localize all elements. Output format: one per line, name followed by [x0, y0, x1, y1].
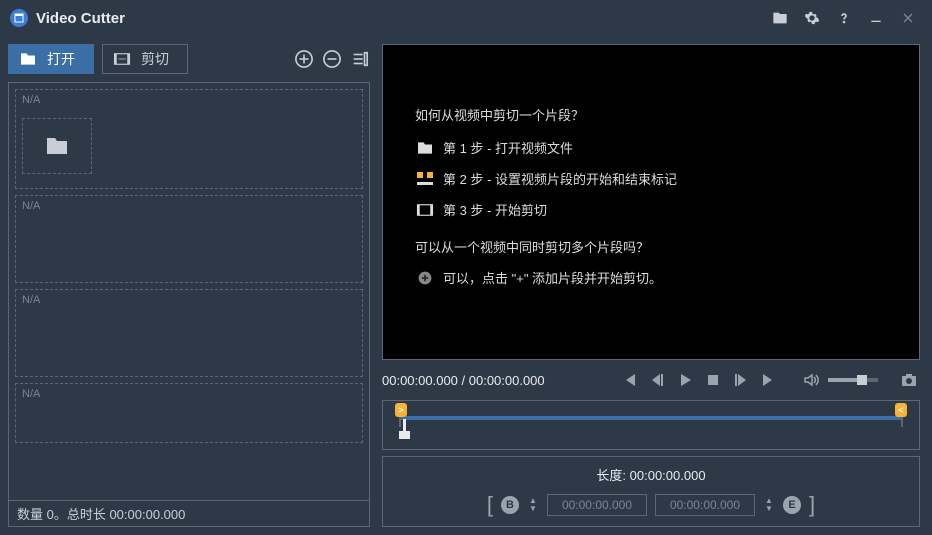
play-button[interactable] [674, 369, 696, 391]
timeline[interactable]: > < [382, 400, 920, 450]
stop-button[interactable] [702, 369, 724, 391]
open-button-label: 打开 [47, 49, 75, 69]
end-spinner[interactable]: ▲▼ [763, 497, 775, 513]
range-inputs: [ B ▲▼ ▲▼ E ] [487, 492, 815, 518]
open-folder-icon[interactable] [764, 4, 796, 32]
help-step3: 第 3 步 - 开始剪切 [415, 200, 919, 219]
playhead[interactable] [399, 419, 411, 439]
bracket-close-icon[interactable]: ] [809, 492, 815, 518]
clip-na-label: N/A [22, 94, 40, 106]
playback-time: 00:00:00.000 / 00:00:00.000 [382, 373, 612, 388]
clip-list: N/A N/A N/A N/A [8, 82, 370, 501]
help-q2: 可以从一个视频中同时剪切多个片段吗？ [415, 237, 919, 256]
status-text: 数量 0。总时长 00:00:00.000 [17, 504, 185, 523]
film-icon [415, 202, 435, 218]
step-forward-button[interactable] [730, 369, 752, 391]
begin-label: B [501, 496, 519, 514]
clip-slot[interactable]: N/A [15, 89, 363, 189]
minimize-button[interactable] [860, 4, 892, 32]
cut-button[interactable]: 剪切 [102, 44, 188, 74]
end-time-input[interactable] [655, 494, 755, 516]
app-logo [10, 9, 28, 27]
markers-icon [415, 171, 435, 187]
help-icon[interactable] [828, 4, 860, 32]
prev-frame-button[interactable] [618, 369, 640, 391]
step-back-button[interactable] [646, 369, 668, 391]
range-panel: 长度: 00:00:00.000 [ B ▲▼ ▲▼ E ] [382, 456, 920, 527]
close-button[interactable] [892, 4, 924, 32]
left-toolbar: 打开 剪切 [8, 44, 370, 82]
snapshot-button[interactable] [898, 369, 920, 391]
status-bar: 数量 0。总时长 00:00:00.000 [8, 501, 370, 527]
bracket-open-icon[interactable]: [ [487, 492, 493, 518]
left-panel: 打开 剪切 N/A N/A N/A N/A [0, 36, 378, 535]
remove-clip-button[interactable] [322, 49, 342, 69]
volume-button[interactable] [800, 369, 822, 391]
plus-circle-icon [415, 270, 435, 286]
clip-na-label: N/A [22, 200, 40, 212]
clip-slot[interactable]: N/A [15, 289, 363, 377]
start-marker[interactable]: > [395, 403, 407, 417]
settings-icon[interactable] [796, 4, 828, 32]
clip-slot[interactable]: N/A [15, 195, 363, 283]
preview-area: 如何从视频中剪切一个片段？ 第 1 步 - 打开视频文件 第 2 步 - 设置视… [382, 44, 920, 360]
right-panel: 如何从视频中剪切一个片段？ 第 1 步 - 打开视频文件 第 2 步 - 设置视… [378, 36, 932, 535]
add-clip-button[interactable] [294, 49, 314, 69]
main-area: 打开 剪切 N/A N/A N/A N/A [0, 36, 932, 535]
help-a2: 可以，点击 "+" 添加片段并开始剪切。 [415, 268, 919, 287]
playback-controls: 00:00:00.000 / 00:00:00.000 [382, 366, 920, 394]
end-marker[interactable]: < [895, 403, 907, 417]
clip-thumb [22, 118, 92, 174]
folder-icon [415, 140, 435, 156]
begin-spinner[interactable]: ▲▼ [527, 497, 539, 513]
clip-slot[interactable]: N/A [15, 383, 363, 443]
next-frame-button[interactable] [758, 369, 780, 391]
app-title: Video Cutter [36, 10, 764, 27]
volume-slider[interactable] [828, 378, 878, 382]
cut-button-label: 剪切 [141, 49, 169, 69]
help-step2: 第 2 步 - 设置视频片段的开始和结束标记 [415, 169, 919, 188]
list-menu-button[interactable] [350, 49, 370, 69]
help-step1: 第 1 步 - 打开视频文件 [415, 138, 919, 157]
clip-na-label: N/A [22, 388, 40, 400]
clip-na-label: N/A [22, 294, 40, 306]
range-length: 长度: 00:00:00.000 [596, 465, 705, 484]
titlebar: Video Cutter [0, 0, 932, 36]
timeline-track[interactable]: > < [399, 409, 903, 427]
open-button[interactable]: 打开 [8, 44, 94, 74]
begin-time-input[interactable] [547, 494, 647, 516]
end-label: E [783, 496, 801, 514]
help-q1: 如何从视频中剪切一个片段？ [415, 105, 919, 124]
